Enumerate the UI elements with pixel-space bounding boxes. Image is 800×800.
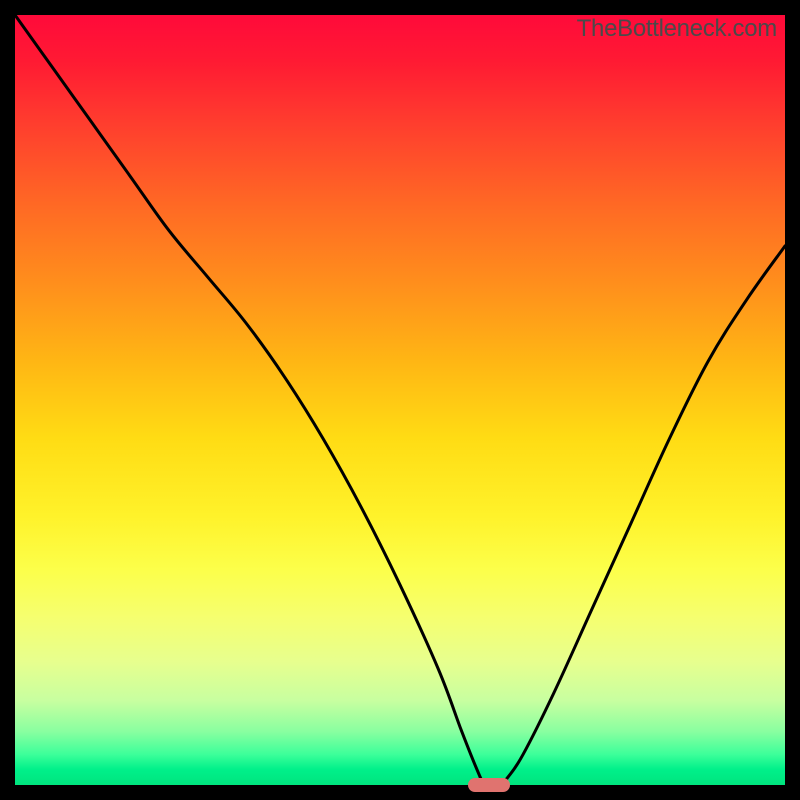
optimal-marker (468, 778, 510, 792)
bottleneck-curve (15, 15, 785, 785)
plot-area: TheBottleneck.com (15, 15, 785, 785)
chart-frame: TheBottleneck.com (0, 0, 800, 800)
